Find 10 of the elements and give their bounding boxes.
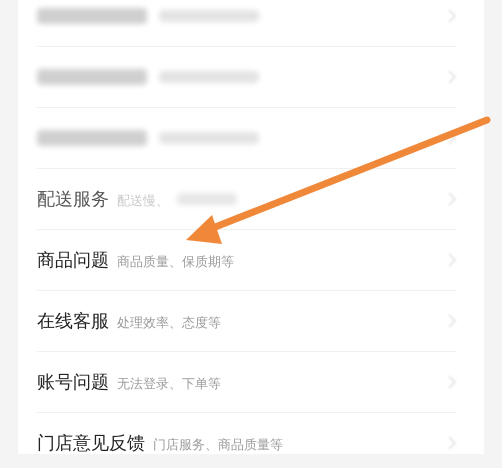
row-title[interactable]: 配送服务 <box>37 186 109 212</box>
row-hint: 门店服务、商品质量等 <box>153 436 283 454</box>
row-title[interactable]: 账号问题 <box>37 368 109 396</box>
row-hint: 处理效率、态度等 <box>117 314 221 332</box>
row-title[interactable]: 门店意见反馈 <box>37 430 145 456</box>
row-hint: 商品质量、保质期等 <box>117 254 234 272</box>
row-title[interactable]: 在线客服 <box>37 308 109 334</box>
blurred-text <box>177 193 237 205</box>
row-hint: 无法登录、下单等 <box>117 376 221 394</box>
row-title[interactable]: 商品问题 <box>37 246 109 274</box>
